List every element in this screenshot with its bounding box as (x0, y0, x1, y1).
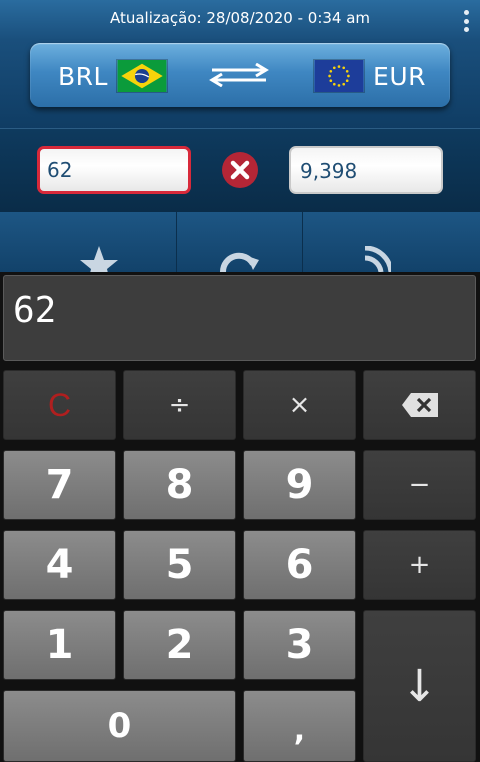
clear-amount-icon[interactable] (221, 151, 259, 189)
key-8-label: 8 (165, 462, 194, 508)
currency-pair-bar: BRL EUR (30, 43, 450, 107)
refresh-icon (220, 252, 259, 272)
refresh-button[interactable] (177, 212, 302, 272)
calculator-keypad: 62 C ÷ × 7 8 9 − 4 5 6 + 1 2 3 ↓ 0 , (0, 272, 480, 762)
amount-input[interactable]: 62 (37, 146, 191, 194)
divide-key-label: ÷ (168, 390, 191, 420)
calculator-display: 62 (3, 275, 476, 361)
minus-key-label: − (408, 470, 431, 500)
share-button[interactable] (303, 212, 480, 272)
key-8[interactable]: 8 (123, 450, 236, 520)
brazil-flag-icon (115, 59, 168, 93)
key-4-label: 4 (45, 542, 74, 588)
key-2-label: 2 (165, 622, 194, 668)
rss-feed-icon (364, 246, 391, 272)
overflow-menu-icon[interactable] (463, 10, 469, 32)
divide-key[interactable]: ÷ (123, 370, 236, 440)
plus-key[interactable]: + (363, 530, 476, 600)
key-6-label: 6 (285, 542, 314, 588)
comma-key[interactable]: , (243, 690, 356, 762)
key-3[interactable]: 3 (243, 610, 356, 680)
key-0-label: 0 (107, 706, 132, 746)
clear-key-label: C (47, 386, 72, 423)
key-4[interactable]: 4 (3, 530, 116, 600)
key-9[interactable]: 9 (243, 450, 356, 520)
key-7[interactable]: 7 (3, 450, 116, 520)
favorites-button[interactable] (0, 212, 176, 272)
enter-arrow-label: ↓ (401, 660, 438, 712)
app: Atualização: 28/08/2020 - 0:34 am BRL EU… (0, 0, 480, 762)
key-0[interactable]: 0 (3, 690, 236, 762)
minus-key[interactable]: − (363, 450, 476, 520)
key-5-label: 5 (165, 542, 194, 588)
multiply-key-label: × (288, 390, 311, 420)
plus-key-label: + (408, 550, 431, 580)
enter-key[interactable]: ↓ (363, 610, 476, 762)
key-5[interactable]: 5 (123, 530, 236, 600)
key-1[interactable]: 1 (3, 610, 116, 680)
clear-key[interactable]: C (3, 370, 116, 440)
comma-key-label: , (293, 712, 306, 748)
key-6[interactable]: 6 (243, 530, 356, 600)
key-3-label: 3 (285, 622, 314, 668)
swap-arrows-icon[interactable] (208, 63, 270, 87)
star-icon (80, 246, 118, 272)
multiply-key[interactable]: × (243, 370, 356, 440)
from-currency-code: BRL (58, 61, 108, 91)
to-currency-code: EUR (373, 61, 426, 91)
eu-flag-icon (313, 59, 366, 93)
last-updated-text: Atualização: 28/08/2020 - 0:34 am (109, 9, 371, 27)
backspace-key[interactable] (363, 370, 476, 440)
key-9-label: 9 (285, 462, 314, 508)
key-2[interactable]: 2 (123, 610, 236, 680)
from-currency-button[interactable]: BRL (58, 59, 168, 93)
action-toolbar (0, 212, 480, 272)
to-currency-button[interactable]: EUR (313, 59, 426, 93)
converted-result-field[interactable]: 9,398 (289, 146, 443, 194)
key-7-label: 7 (45, 462, 74, 508)
backspace-icon (401, 393, 438, 417)
key-1-label: 1 (45, 622, 74, 668)
